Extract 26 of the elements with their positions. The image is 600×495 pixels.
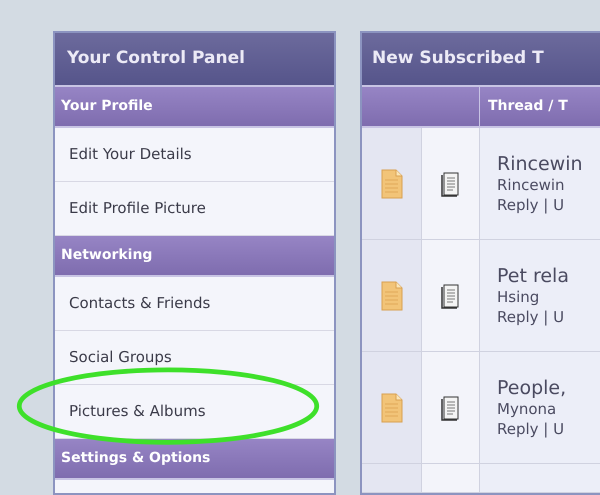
document-icon xyxy=(380,392,402,422)
column-header[interactable]: Thread / T xyxy=(480,87,600,126)
page-icon xyxy=(440,394,460,420)
section-heading: Your Profile xyxy=(55,87,334,128)
thread-actions: Reply | U xyxy=(497,419,566,439)
menu-link[interactable]: Contacts & Friends xyxy=(69,292,210,315)
thread-actions: Reply | U xyxy=(497,195,566,215)
document-icon xyxy=(380,280,402,310)
document-icon xyxy=(380,168,402,198)
thread-author: Mynona xyxy=(497,400,558,419)
menu-link[interactable]: Pictures & Albums xyxy=(69,400,206,423)
menu-link[interactable]: Social Groups xyxy=(69,346,172,369)
panel-title: Your Control Panel xyxy=(55,33,334,87)
thread-title[interactable]: Rincewin xyxy=(497,152,600,176)
page-icon xyxy=(440,282,460,308)
section-heading: Settings & Options xyxy=(55,439,334,480)
thread-actions: Reply | U xyxy=(497,307,566,327)
menu-link[interactable]: Edit Profile Picture xyxy=(69,197,206,220)
thread-title[interactable]: People, xyxy=(497,376,600,400)
page-icon xyxy=(440,170,460,196)
thread-author: Hsing xyxy=(497,288,540,307)
thread-author: Rincewin xyxy=(497,176,566,195)
thread-title[interactable]: Pet rela xyxy=(497,264,600,288)
panel-title: New Subscribed T xyxy=(362,33,600,87)
menu-link[interactable]: Edit Your Details xyxy=(69,143,192,166)
section-heading: Networking xyxy=(55,236,334,277)
